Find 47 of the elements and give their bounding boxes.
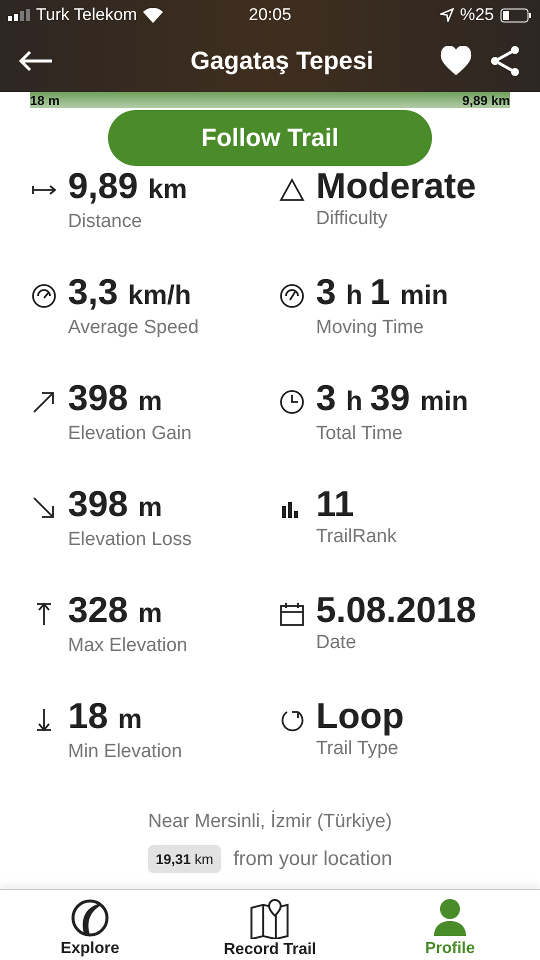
- person-icon: [432, 898, 468, 938]
- battery-icon: [500, 8, 532, 22]
- distance-suffix: from your location: [233, 848, 392, 870]
- stat-value: 3,3 km/h: [68, 272, 192, 314]
- tab-bar-item[interactable]: Profile: [360, 890, 540, 960]
- stat-value: 398 m: [68, 378, 164, 420]
- stat-label: Distance: [68, 211, 143, 233]
- tab-bar-item[interactable]: Explore: [0, 890, 180, 960]
- stat-label: Elevation Gain: [68, 423, 192, 445]
- stat-label: Date: [316, 632, 358, 654]
- location-arrow-icon: [440, 8, 454, 22]
- distance-chip: 19,31 km: [148, 845, 222, 873]
- stat-value: Moderate: [316, 166, 476, 206]
- wifi-icon: [143, 8, 164, 22]
- carrier-name: Turk Telekom: [36, 5, 138, 25]
- trail-curve-icon: [70, 898, 110, 938]
- stat-value: 3 h 1 min: [316, 272, 448, 314]
- stat-value: 328 m: [68, 590, 164, 632]
- stat-label: Trail Type: [316, 738, 400, 760]
- stat-label: Average Speed: [68, 317, 199, 339]
- calendar-icon: [278, 600, 306, 628]
- stat-value: 398 m: [68, 484, 164, 526]
- stat-value: 11: [316, 484, 356, 524]
- speedometer-icon: [278, 282, 306, 310]
- stat-label: Max Elevation: [68, 635, 188, 657]
- stat-label: Difficulty: [316, 208, 388, 230]
- trail-title: Gagataş Tepesi: [190, 46, 374, 76]
- follow-trail-button[interactable]: Follow Trail: [108, 110, 432, 166]
- clock-icon: [278, 388, 306, 416]
- stat-value: Loop: [316, 696, 404, 736]
- tab-bar-item[interactable]: Record Trail: [180, 890, 360, 960]
- stat-label: Total Time: [316, 423, 404, 445]
- clock-time: 20:05: [248, 5, 292, 25]
- stat-label: TrailRank: [316, 526, 397, 548]
- stat-label: Moving Time: [316, 317, 425, 339]
- triangle-icon: [278, 176, 306, 204]
- stat-label: Elevation Loss: [68, 529, 192, 551]
- stat-value: 3 h 39 min: [316, 378, 468, 420]
- signal-icon: [8, 9, 30, 21]
- speedometer-icon: [30, 282, 58, 310]
- stat-value: 5.08.2018: [316, 590, 476, 630]
- battery-percent: %25: [460, 5, 494, 25]
- location-text: Near Mersinli, İzmir (Türkiye): [148, 811, 392, 833]
- stat-value: 9,89 km: [68, 166, 188, 208]
- stat-value: 18 m: [68, 696, 144, 738]
- stat-label: Min Elevation: [68, 741, 182, 763]
- elevation-profile: 18 m 9,89 km: [30, 92, 510, 108]
